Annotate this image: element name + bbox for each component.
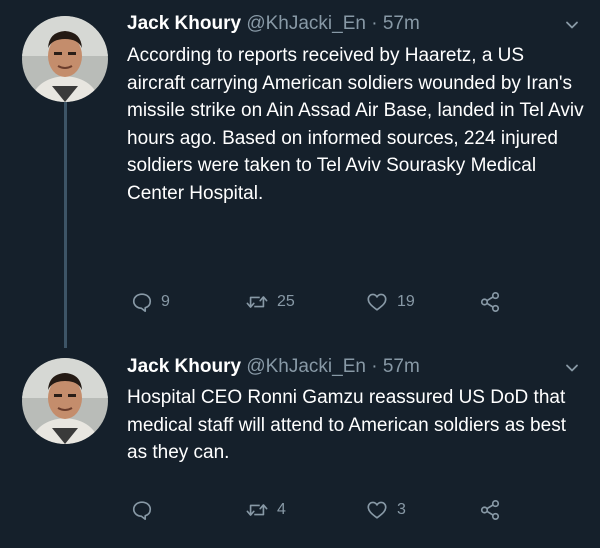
tweet[interactable]: Jack Khoury @KhJacki_En · 57m According … [0, 0, 600, 340]
heart-icon [367, 293, 387, 311]
tweet-actions: 4 3 [127, 496, 547, 524]
chevron-down-icon[interactable] [564, 17, 580, 33]
chevron-down-icon[interactable] [564, 360, 580, 376]
profile-photo-icon [22, 358, 108, 444]
tweet-actions: 9 25 19 [127, 288, 547, 316]
tweet-text: According to reports received by Haaretz… [127, 45, 584, 204]
author-name[interactable]: Jack Khoury [127, 356, 241, 377]
reply-icon [132, 501, 152, 520]
retweet-icon [246, 504, 268, 516]
retweet-count: 25 [277, 293, 295, 310]
like-count: 3 [397, 501, 406, 518]
heart-icon [367, 501, 387, 519]
retweet-button[interactable]: 4 [245, 496, 286, 524]
separator-dot: · [371, 356, 378, 377]
reply-icon [132, 293, 152, 312]
reply-button[interactable]: 9 [131, 288, 170, 316]
share-icon [480, 500, 500, 520]
share-button[interactable] [479, 496, 501, 524]
tweet-text: Hospital CEO Ronni Gamzu reassured US Do… [127, 387, 566, 463]
avatar[interactable] [22, 16, 108, 102]
share-icon [480, 292, 500, 312]
share-button[interactable] [479, 288, 501, 316]
tweet-header: Jack Khoury @KhJacki_En · 57m [127, 356, 420, 378]
like-count: 19 [397, 293, 415, 310]
retweet-icon [246, 296, 268, 308]
tweet-timestamp[interactable]: 57m [383, 356, 420, 377]
retweet-button[interactable]: 25 [245, 288, 295, 316]
author-handle[interactable]: @KhJacki_En [246, 356, 366, 377]
reply-button[interactable] [131, 496, 161, 524]
like-button[interactable]: 3 [365, 496, 406, 524]
tweet[interactable]: Jack Khoury @KhJacki_En · 57m Hospital C… [0, 340, 600, 548]
reply-count: 9 [161, 293, 170, 310]
separator-dot: · [371, 13, 378, 34]
tweet-timestamp[interactable]: 57m [383, 13, 420, 34]
like-button[interactable]: 19 [365, 288, 415, 316]
retweet-count: 4 [277, 501, 286, 518]
tweet-header: Jack Khoury @KhJacki_En · 57m [127, 13, 420, 35]
author-handle[interactable]: @KhJacki_En [246, 13, 366, 34]
profile-photo-icon [22, 16, 108, 102]
author-name[interactable]: Jack Khoury [127, 13, 241, 34]
avatar[interactable] [22, 358, 108, 444]
